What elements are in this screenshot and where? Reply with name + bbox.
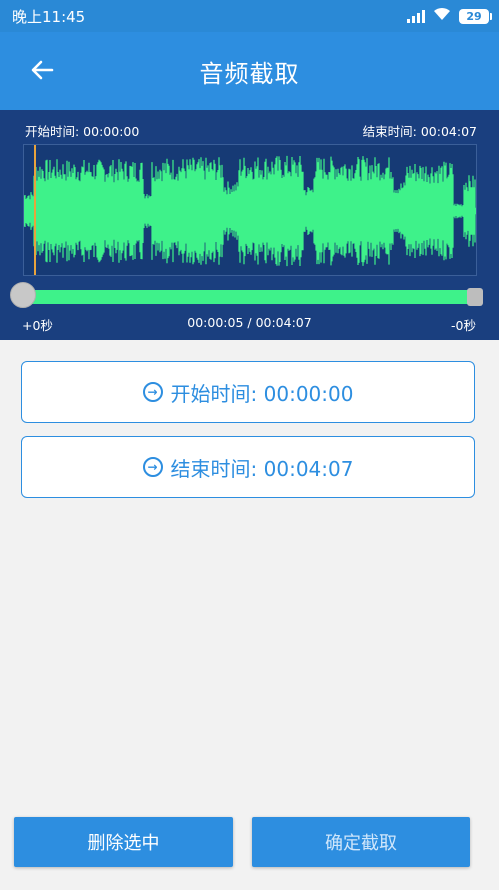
wave-end-label: 结束时间: 00:04:07	[362, 124, 477, 139]
delete-selection-button[interactable]: 删除选中	[14, 817, 233, 867]
progress-slider-end-handle[interactable]	[467, 288, 483, 306]
progress-slider-track[interactable]	[22, 290, 478, 304]
progress-slider-thumb[interactable]	[10, 282, 36, 308]
waveform-panel: 开始时间: 00:00:00 结束时间: 00:04:07 +0秒 00:00:…	[0, 110, 499, 340]
battery-level: 29	[466, 9, 482, 23]
start-time-button[interactable]: → 开始时间: 00:00:00	[21, 361, 475, 423]
battery-icon: 29	[459, 8, 492, 24]
end-time-label: 结束时间: 00:04:07	[170, 456, 354, 481]
page-title: 音频截取	[199, 60, 300, 88]
playback-progress-label: 00:00:05 / 00:04:07	[187, 315, 312, 330]
offset-end-label: -0秒	[451, 318, 476, 333]
signal-icon	[407, 9, 425, 23]
arrow-circle-right-in-icon: →	[142, 382, 163, 402]
status-bar: 晚上11:45 29	[0, 0, 499, 32]
end-time-button[interactable]: → 结束时间: 00:04:07	[21, 436, 475, 498]
waveform-graphic	[24, 145, 476, 275]
confirm-cut-button[interactable]: 确定截取	[252, 817, 470, 867]
status-icons: 29	[407, 7, 492, 25]
arrow-circle-right-out-icon: →	[142, 457, 163, 477]
waveform-path	[24, 155, 476, 267]
wifi-icon	[433, 7, 451, 25]
app-bar: 音频截取	[0, 32, 499, 110]
waveform-display[interactable]	[23, 144, 477, 276]
start-time-label: 开始时间: 00:00:00	[170, 381, 354, 406]
status-time: 晚上11:45	[12, 7, 86, 26]
wave-start-label: 开始时间: 00:00:00	[25, 124, 140, 139]
